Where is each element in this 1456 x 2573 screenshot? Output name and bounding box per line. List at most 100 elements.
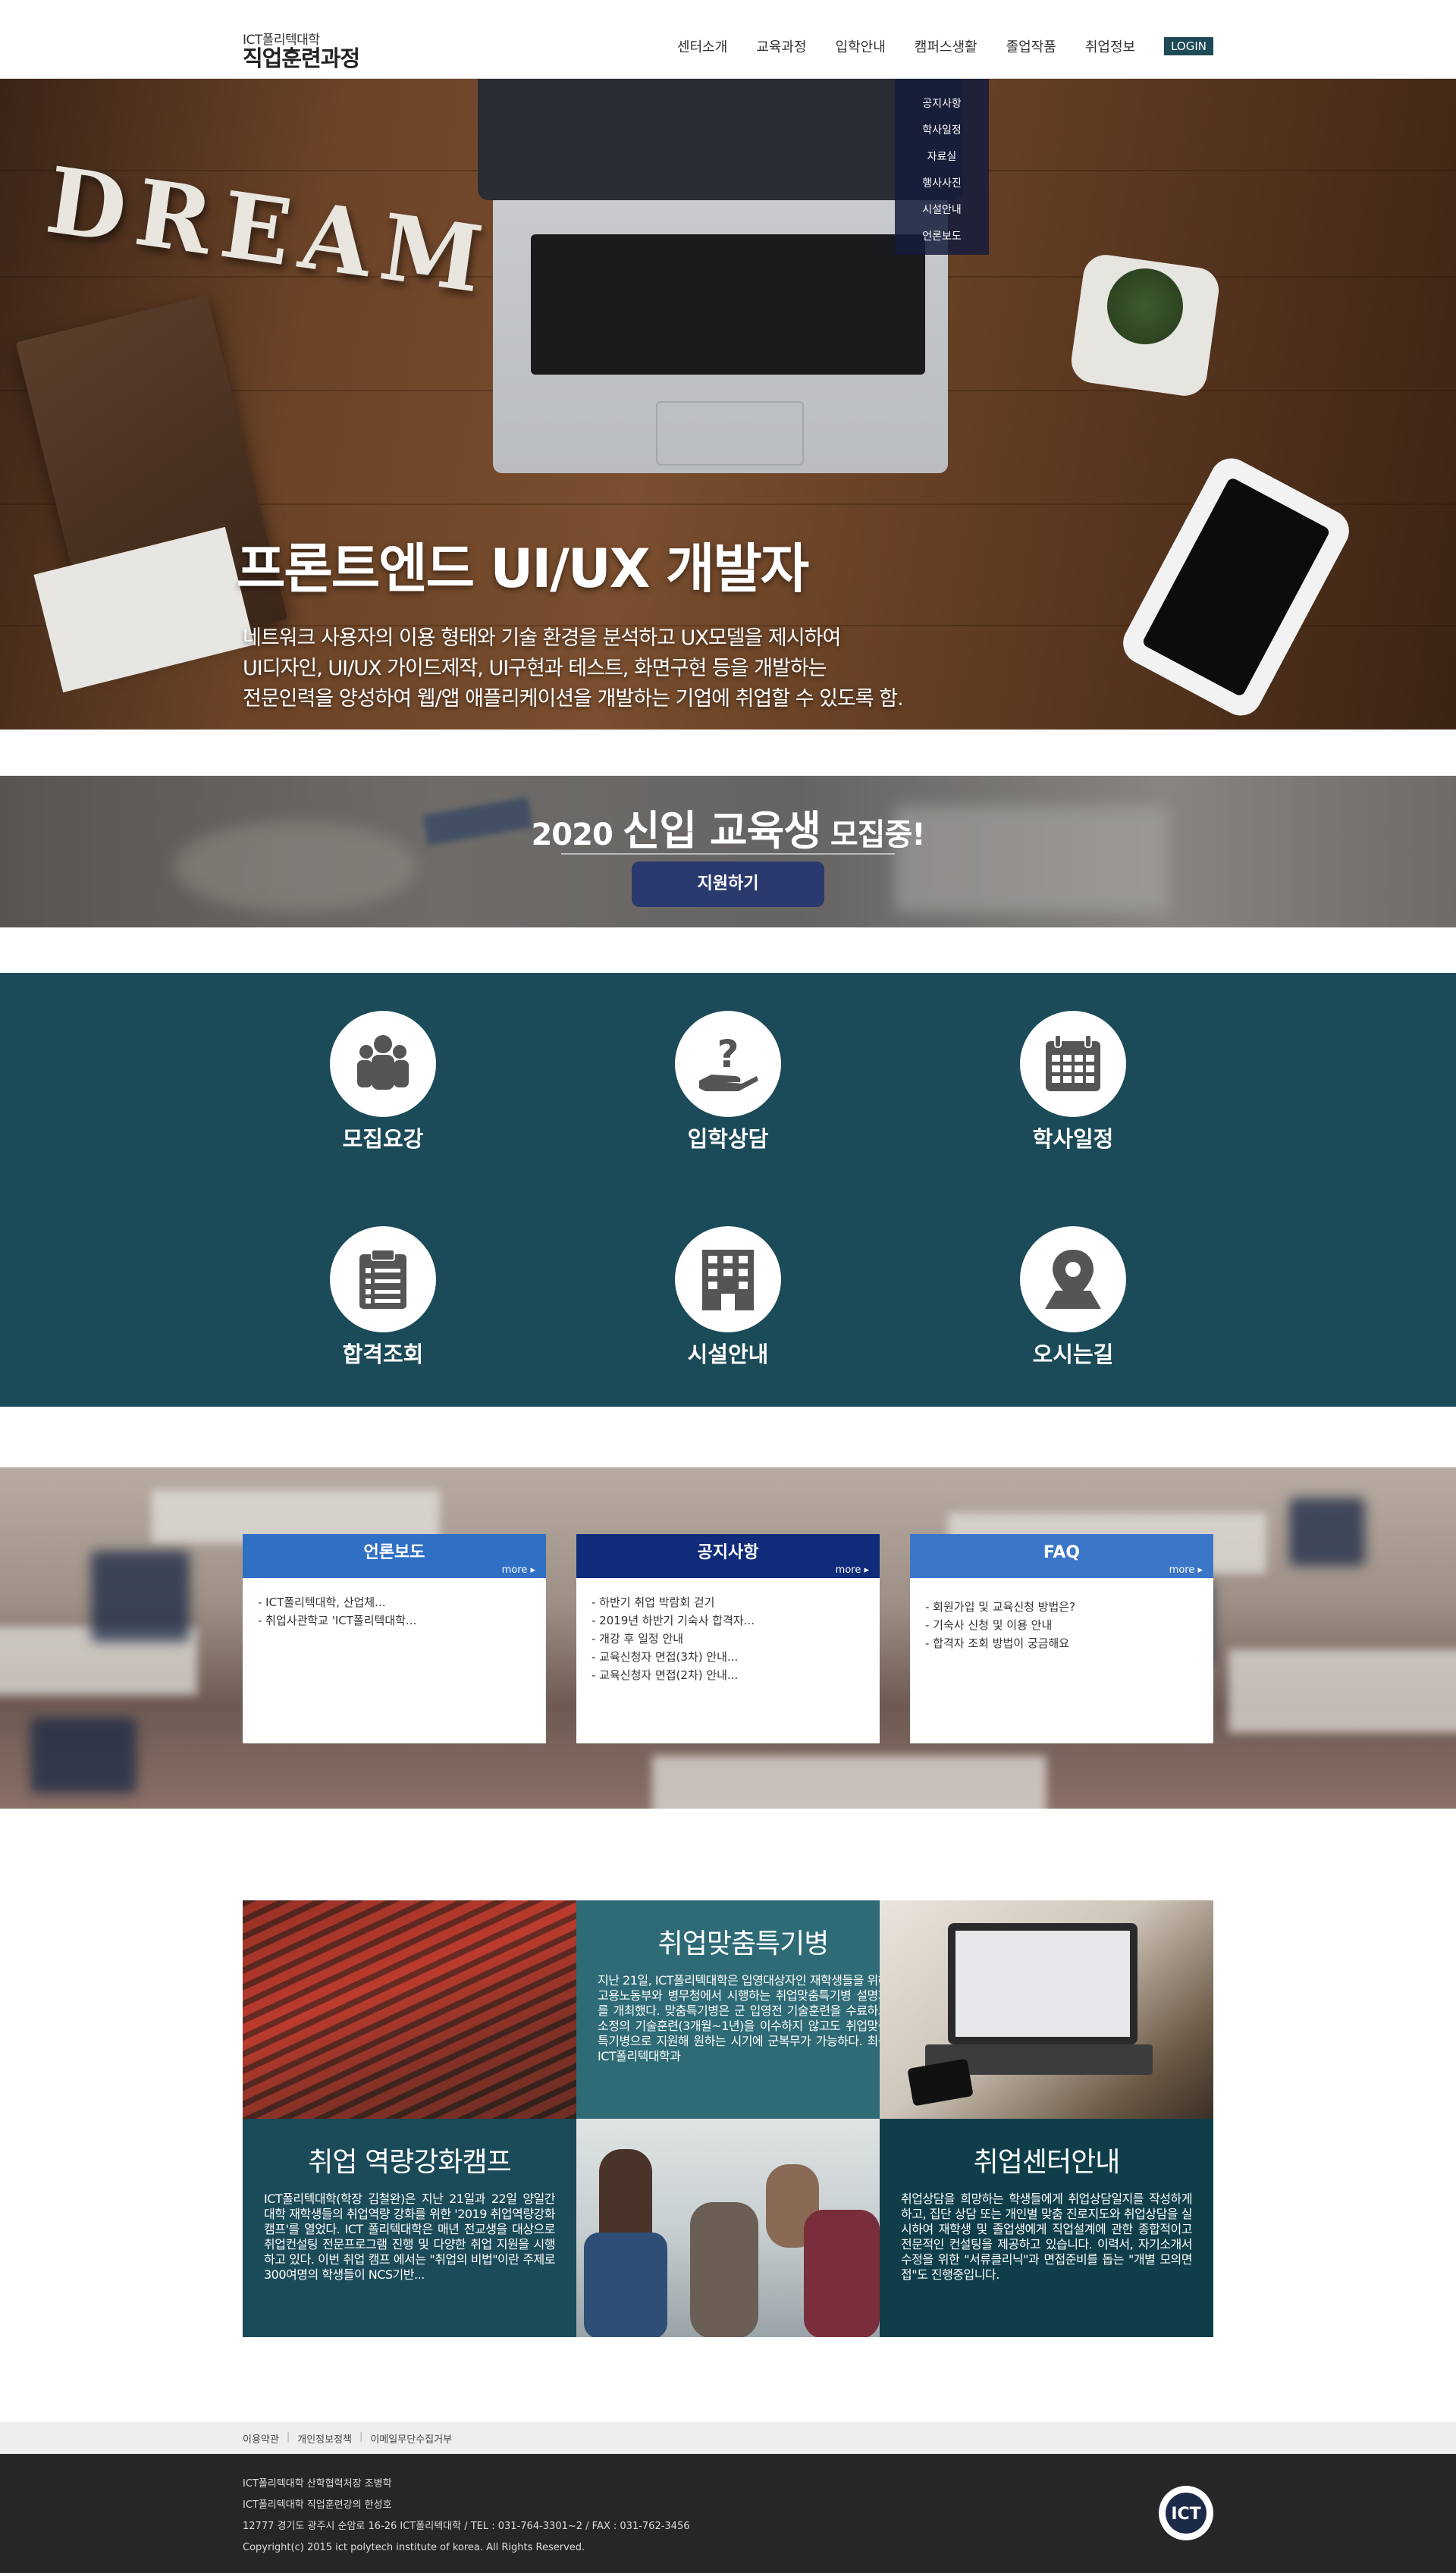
- quick-item-results[interactable]: 합격조회: [284, 1226, 482, 1369]
- group-icon: [357, 1035, 409, 1090]
- board-list-item[interactable]: - 교육신청자 면접(3차) 안내...: [592, 1648, 864, 1666]
- feature-text: 취업맞춤특기병 지난 21일, ICT폴리텍대학은 입영대상자인 재학생들을 위…: [576, 1900, 910, 2064]
- nav-item-jobs[interactable]: 취업정보: [1085, 36, 1135, 56]
- person-image: [584, 2233, 667, 2337]
- feature-body: ICT폴리텍대학(학장 김철완)은 지난 21일과 22일 양일간 대학 재학생…: [264, 2192, 556, 2282]
- main-nav: 센터소개 교육과정 입학안내 캠퍼스생활 졸업작품 취업정보 LOGIN: [677, 36, 1213, 56]
- feature-grid: 취업맞춤특기병 지난 21일, ICT폴리텍대학은 입영대상자인 재학생들을 위…: [243, 1900, 1213, 2337]
- nav-item-courses[interactable]: 교육과정: [756, 36, 806, 56]
- quick-icon-circle: [1020, 1011, 1126, 1117]
- feature-card-camp[interactable]: 취업 역량강화캠프 ICT폴리텍대학(학장 김철완)은 지난 21일과 22일 …: [243, 2119, 576, 2337]
- submenu-item-notice[interactable]: 공지사항: [895, 91, 989, 118]
- classroom-desk-image: [652, 1756, 1046, 1809]
- quick-label: 시설안내: [687, 1341, 769, 1367]
- ict-logo-icon: ICT: [1166, 2493, 1207, 2534]
- board-list-item[interactable]: - 취업사관학교 'ICT폴리텍대학...: [258, 1611, 531, 1630]
- clipboard-icon: [359, 1249, 406, 1309]
- hero-slider: DREAM 프론트엔드 UI/UX 개발자 네트워크 사용자의 이용 형태와 기…: [0, 79, 1456, 730]
- footer-logo[interactable]: ICT: [1159, 2486, 1213, 2540]
- board-list: - 회원가입 및 교육신청 방법은? - 기숙사 신청 및 이용 안내 - 합격…: [910, 1578, 1213, 1668]
- person-image: [804, 2210, 880, 2337]
- submenu-item-press[interactable]: 언론보도: [895, 224, 989, 250]
- site-footer: ICT폴리텍대학 산학협력처장 조병학 ICT폴리텍대학 직업훈련강의 한성호 …: [0, 2454, 1456, 2573]
- board-list-item[interactable]: - 기숙사 신청 및 이용 안내: [925, 1616, 1198, 1634]
- footer-line: ICT폴리텍대학 산학협력처장 조병학: [243, 2478, 392, 2490]
- board-list-item[interactable]: - 개강 후 일정 안내: [592, 1630, 864, 1648]
- board-list-item[interactable]: - ICT폴리텍대학, 산업체...: [258, 1593, 531, 1611]
- person-image: [599, 2149, 652, 2240]
- board-list-item[interactable]: - 하반기 취업 박람회 걷기: [592, 1593, 864, 1611]
- nav-item-graduation-works[interactable]: 졸업작품: [1006, 36, 1056, 56]
- quick-label: 학사일정: [1032, 1126, 1114, 1152]
- banner-title-year: 2020: [531, 817, 613, 852]
- footer-line: Copyright(c) 2015 ict polytech institute…: [243, 2542, 585, 2553]
- board-card-header: 언론보도 more ▸: [243, 1534, 546, 1578]
- quick-item-recruitment[interactable]: 모집요강: [284, 1011, 482, 1153]
- feature-card-center[interactable]: 취업센터안내 취업상담을 희망하는 학생들에게 취업상담일지를 작성하게 하고,…: [880, 2119, 1213, 2337]
- more-link[interactable]: more ▸: [836, 1564, 869, 1577]
- phone-image: [907, 2058, 974, 2107]
- calendar-icon: [1046, 1034, 1100, 1091]
- laptop-screen-image: [478, 79, 963, 200]
- map-pin-icon: [1045, 1250, 1101, 1309]
- quick-item-academic-schedule[interactable]: 학사일정: [974, 1011, 1172, 1153]
- hero-desc-line: 전문인력을 양성하여 웹/앱 애플리케이션을 개발하는 기업에 취업할 수 있도…: [243, 687, 904, 711]
- login-button[interactable]: LOGIN: [1164, 37, 1213, 55]
- site-header: ICT폴리텍대학 직업훈련과정 센터소개 교육과정 입학안내 캠퍼스생활 졸업작…: [0, 0, 1456, 79]
- submenu-item-schedule[interactable]: 학사일정: [895, 118, 989, 144]
- auditorium-photo: [243, 1900, 576, 2119]
- board-list-item[interactable]: - 회원가입 및 교육신청 방법은?: [925, 1598, 1198, 1616]
- auditorium-seats-image: [243, 1900, 576, 2119]
- board-card-faq: FAQ more ▸ - 회원가입 및 교육신청 방법은? - 기숙사 신청 및…: [910, 1534, 1213, 1743]
- feature-body: 취업상담을 희망하는 학생들에게 취업상담일지를 작성하게 하고, 집단 상담 …: [901, 2192, 1193, 2282]
- nav-item-admission[interactable]: 입학안내: [836, 36, 886, 56]
- board-card-notice: 공지사항 more ▸ - 하반기 취업 박람회 걷기 - 2019년 하반기 …: [576, 1534, 880, 1743]
- classroom-chair-image: [91, 1551, 190, 1642]
- person-image: [690, 2202, 758, 2337]
- board-list: - ICT폴리텍대학, 산업체... - 취업사관학교 'ICT폴리텍대학...: [243, 1578, 546, 1645]
- feature-text: 취업 역량강화캠프 ICT폴리텍대학(학장 김철완)은 지난 21일과 22일 …: [243, 2119, 576, 2283]
- feature-card-military[interactable]: 취업맞춤특기병 지난 21일, ICT폴리텍대학은 입영대상자인 재학생들을 위…: [576, 1900, 910, 2119]
- banner-title-suffix: 모집중!: [830, 817, 926, 852]
- submenu-item-photos[interactable]: 행사사진: [895, 171, 989, 197]
- quick-icon-circle: [330, 1011, 436, 1117]
- nav-item-campus-life[interactable]: 캠퍼스생활: [915, 36, 977, 56]
- quick-label: 합격조회: [342, 1341, 424, 1367]
- board-list-item[interactable]: - 합격자 조회 방법이 궁금해요: [925, 1634, 1198, 1652]
- privacy-link[interactable]: 개인정보정책: [297, 2431, 352, 2446]
- footer-line: ICT폴리텍대학 직업훈련강의 한성호: [243, 2499, 392, 2511]
- email-policy-link[interactable]: 이메일무단수집거부: [370, 2431, 452, 2446]
- feature-title: 취업 역량강화캠프: [308, 2147, 511, 2178]
- quick-item-consultation[interactable]: ? 입학상담: [629, 1011, 827, 1153]
- footer-links-bar: 이용약관 | 개인정보정책 | 이메일무단수집거부: [0, 2422, 1456, 2454]
- apply-button[interactable]: 지원하기: [632, 861, 824, 907]
- footer-line: 12777 경기도 광주시 순암로 16-26 ICT폴리텍대학 / TEL :…: [243, 2521, 690, 2532]
- quick-item-directions[interactable]: 오시는길: [974, 1226, 1172, 1369]
- logo-title[interactable]: 직업훈련과정: [243, 41, 360, 73]
- classroom-chair-image: [30, 1718, 136, 1793]
- quick-label: 오시는길: [1032, 1341, 1114, 1367]
- svg-text:ICT: ICT: [1171, 2505, 1200, 2524]
- nav-item-about[interactable]: 센터소개: [677, 36, 727, 56]
- board-section: 언론보도 more ▸ - ICT폴리텍대학, 산업체... - 취업사관학교 …: [0, 1467, 1456, 1809]
- link-separator: |: [286, 2431, 290, 2443]
- submenu-item-resources[interactable]: 자료실: [895, 144, 989, 171]
- board-list-item[interactable]: - 교육신청자 면접(2차) 안내...: [592, 1666, 864, 1684]
- laptop-keyboard-image: [531, 234, 925, 375]
- more-link[interactable]: more ▸: [1169, 1564, 1203, 1577]
- board-title: FAQ: [1043, 1543, 1081, 1562]
- classroom-chair-image: [1289, 1498, 1365, 1566]
- submenu-item-facilities[interactable]: 시설안내: [895, 197, 989, 224]
- hero-title: 프론트엔드 UI/UX 개발자: [237, 538, 809, 600]
- board-card-header: FAQ more ▸: [910, 1534, 1213, 1578]
- classroom-desk-image: [1228, 1649, 1456, 1733]
- terms-link[interactable]: 이용약관: [243, 2431, 279, 2446]
- quick-item-facilities[interactable]: 시설안내: [629, 1226, 827, 1369]
- more-link[interactable]: more ▸: [502, 1564, 535, 1577]
- quick-label: 모집요강: [342, 1126, 424, 1152]
- succulent-image: [1107, 268, 1183, 344]
- feature-body: 지난 21일, ICT폴리텍대학은 입영대상자인 재학생들을 위해 고용노동부와…: [598, 1973, 890, 2063]
- board-list-item[interactable]: - 2019년 하반기 기숙사 합격자...: [592, 1611, 864, 1630]
- banner-title: 2020 신입 교육생 모집중!: [0, 797, 1456, 857]
- hero-desc-line: 네트워크 사용자의 이용 형태와 기술 환경을 분석하고 UX모델을 제시하여: [243, 626, 841, 650]
